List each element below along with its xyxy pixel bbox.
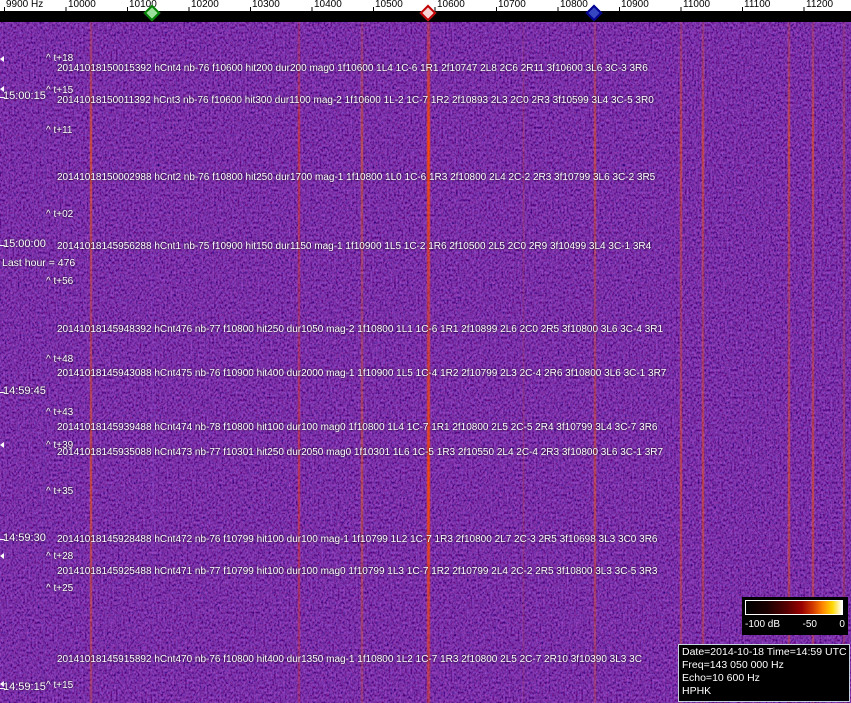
detection-log-line: 20141018145939488 hCnt474 nb-78 f10800 h… xyxy=(57,422,658,433)
time-axis-label: 14:59:15 xyxy=(3,681,46,693)
freq-tick-label: 10200 xyxy=(191,0,219,10)
info-echo-frequency: Echo=10 600 Hz xyxy=(682,672,760,684)
detection-log-line: 20141018145925488 hCnt471 nb-77 f10799 h… xyxy=(57,566,658,577)
signal-line xyxy=(490,22,491,703)
signal-line xyxy=(43,22,45,703)
db-scale-label-min: -100 dB xyxy=(745,619,781,630)
detection-log-line: 20141018145948392 hCnt476 nb-77 f10800 h… xyxy=(57,324,664,335)
detection-log-line: 20141018145943088 hCnt475 nb-76 f10900 h… xyxy=(57,368,667,379)
signal-line xyxy=(620,22,621,703)
freq-tick-label: 10900 xyxy=(621,0,649,10)
signal-line xyxy=(250,22,251,703)
time-offset-marker: ^ t+48 xyxy=(46,354,74,365)
db-gradient-bar xyxy=(745,600,843,615)
db-scale-labels: -100 dB -50 0 xyxy=(742,619,848,630)
signal-line xyxy=(390,22,391,703)
freq-tick-label: 10000 xyxy=(68,0,96,10)
detection-log-line: 20141018145915892 hCnt470 nb-76 f10800 h… xyxy=(57,654,642,665)
meteor-echo-monitor: 9900 Hz 10000 10100 10200 10300 10400 10… xyxy=(0,0,851,703)
freq-tick-label: 10500 xyxy=(375,0,403,10)
signal-line xyxy=(427,22,430,703)
hourly-count-label: Last hour = 476 xyxy=(2,257,76,269)
signal-line xyxy=(594,22,596,703)
freq-tick-label: 11000 xyxy=(683,0,711,10)
info-station-id: HPHK xyxy=(682,685,712,697)
freq-tick-label: 10300 xyxy=(252,0,280,10)
signal-line xyxy=(90,22,92,703)
signal-line xyxy=(650,22,651,703)
time-axis-label: 14:59:45 xyxy=(3,385,46,397)
freq-tick-label: 9900 Hz xyxy=(6,0,44,10)
time-offset-marker: ^ t+43 xyxy=(46,407,74,418)
signal-line xyxy=(460,22,461,703)
detection-log-line: 20141018145935088 hCnt473 nb-77 f10301 h… xyxy=(57,447,664,458)
edge-event-marker-icon xyxy=(0,56,4,62)
signal-line xyxy=(152,22,154,703)
db-scale-label-mid: -50 xyxy=(802,619,817,630)
signal-line xyxy=(361,22,363,703)
status-info-box: Date=2014-10-18 Time=14:59 UTC Freq=143 … xyxy=(678,644,850,702)
time-axis-label: 15:00:15 xyxy=(3,90,46,102)
db-scale-label-max: 0 xyxy=(839,619,845,630)
freq-tick-label: 11200 xyxy=(806,0,834,10)
signal-line xyxy=(205,22,206,703)
time-offset-marker: ^ t+56 xyxy=(46,276,74,287)
info-date-time: Date=2014-10-18 Time=14:59 UTC xyxy=(682,646,847,658)
time-offset-marker: ^ t+15 xyxy=(46,680,74,691)
time-axis-label: 14:59:30 xyxy=(3,532,46,544)
signal-line xyxy=(523,22,524,703)
time-offset-marker: ^ t+28 xyxy=(46,551,74,562)
edge-event-marker-icon xyxy=(0,442,4,448)
freq-tick-label: 10600 xyxy=(437,0,465,10)
detection-log-line: 20141018150015392 hCnt4 nb-76 f10600 hit… xyxy=(57,63,648,74)
time-offset-marker: ^ t+35 xyxy=(46,486,74,497)
freq-tick-label: 10800 xyxy=(560,0,588,10)
signal-line xyxy=(298,22,300,703)
info-frequency: Freq=143 050 000 Hz xyxy=(682,659,784,671)
time-axis-label: 15:00:00 xyxy=(3,238,46,250)
detection-log-line: 20141018145928488 hCnt472 nb-76 f10799 h… xyxy=(57,534,658,545)
detection-log-line: 20141018150002988 hCnt2 nb-76 f10800 hit… xyxy=(57,172,656,183)
time-offset-marker: ^ t+02 xyxy=(46,209,74,220)
freq-tick-label: 10700 xyxy=(498,0,526,10)
signal-line xyxy=(680,22,682,703)
detection-log-line: 20141018150011392 hCnt3 nb-76 f10600 hit… xyxy=(57,95,654,106)
signal-line xyxy=(560,22,561,703)
freq-tick-label: 11100 xyxy=(744,0,771,10)
db-color-scale: -100 dB -50 0 xyxy=(742,597,848,635)
signal-line xyxy=(730,22,731,703)
detection-log-line: 20141018145956288 hCnt1 nb-75 f10900 hit… xyxy=(57,241,652,252)
edge-event-marker-icon xyxy=(0,553,4,559)
spectrogram-noise xyxy=(0,22,851,703)
time-offset-marker: ^ t+25 xyxy=(46,583,74,594)
signal-line xyxy=(120,22,121,703)
signal-line xyxy=(330,22,331,703)
time-offset-marker: ^ t+11 xyxy=(46,125,73,136)
spectrogram-waterfall xyxy=(0,22,851,703)
freq-tick-label: 10400 xyxy=(314,0,342,10)
signal-line xyxy=(702,22,704,703)
